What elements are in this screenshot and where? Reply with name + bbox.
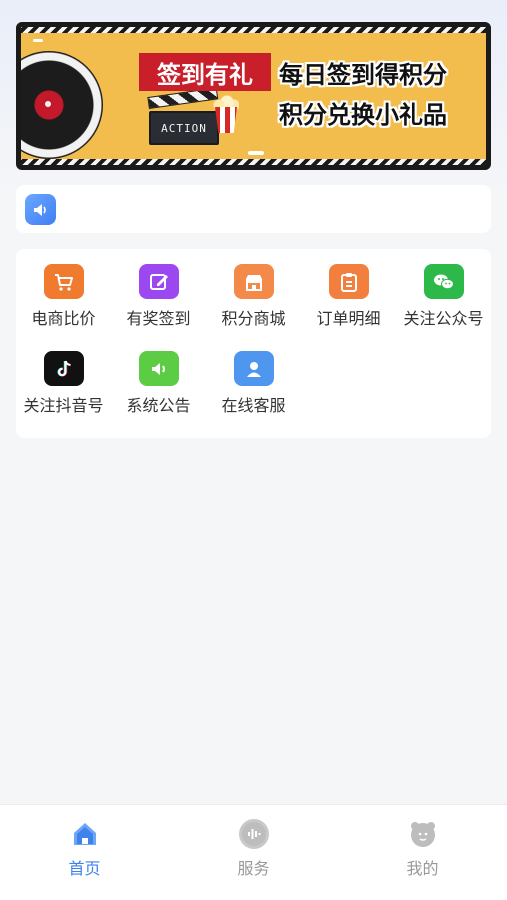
speaker-icon — [138, 351, 179, 386]
grid-item-label: 电商比价 — [31, 309, 96, 328]
store-icon — [233, 264, 274, 299]
grid-item-price-compare[interactable]: 电商比价 — [16, 249, 111, 329]
service-icon — [238, 819, 269, 849]
feature-grid: 电商比价 有奖签到 积分商城 订单明细 关注公众号 关注抖音号 系统公告 在线客… — [16, 249, 491, 438]
notice-bar[interactable] — [16, 185, 491, 233]
clipboard-icon — [328, 264, 369, 299]
grid-item-label: 关注公众号 — [403, 309, 484, 328]
grid-item-sign-in[interactable]: 有奖签到 — [111, 249, 206, 329]
wechat-icon — [423, 264, 464, 299]
grid-item-label: 关注抖音号 — [23, 396, 104, 415]
banner-headline: 每日签到得积分 — [279, 61, 447, 89]
edit-icon — [138, 264, 179, 299]
grid-item-follow-wechat[interactable]: 关注公众号 — [396, 249, 491, 329]
grid-item-customer-service[interactable]: 在线客服 — [206, 336, 301, 416]
grid-item-label: 订单明细 — [316, 309, 381, 328]
grid-item-follow-douyin[interactable]: 关注抖音号 — [16, 336, 111, 416]
cart-icon — [43, 264, 84, 299]
tab-label: 首页 — [68, 859, 101, 878]
person-icon — [233, 351, 274, 386]
tab-label: 服务 — [237, 859, 270, 878]
home-icon — [70, 819, 100, 849]
tab-service[interactable]: 服务 — [169, 805, 338, 900]
megaphone-icon — [25, 194, 56, 225]
tab-home[interactable]: 首页 — [0, 805, 169, 900]
carousel-indicator — [248, 151, 264, 155]
tiktok-icon — [43, 351, 84, 386]
banner-subline: 积分兑换小礼品 — [279, 101, 447, 129]
banner-mark — [33, 39, 43, 42]
banner-stripe — [21, 27, 486, 33]
grid-item-announcements[interactable]: 系统公告 — [111, 336, 206, 416]
promo-banner[interactable]: ACTION 签到有礼 每日签到得积分 积分兑换小礼品 — [16, 22, 491, 170]
tab-profile[interactable]: 我的 — [338, 805, 507, 900]
grid-item-points-mall[interactable]: 积分商城 — [206, 249, 301, 329]
grid-item-label: 在线客服 — [221, 396, 286, 415]
grid-item-label: 系统公告 — [126, 396, 191, 415]
banner-tag: 签到有礼 — [139, 53, 271, 91]
popcorn-icon — [213, 93, 239, 133]
tab-label: 我的 — [406, 859, 439, 878]
bottom-tab-bar: 首页 服务 我的 — [0, 804, 507, 900]
vinyl-record-icon — [21, 51, 103, 159]
clapperboard-icon: ACTION — [147, 87, 219, 145]
banner-stripe — [21, 159, 486, 165]
grid-item-order-details[interactable]: 订单明细 — [301, 249, 396, 329]
clapper-text: ACTION — [149, 111, 219, 145]
grid-item-label: 有奖签到 — [126, 309, 191, 328]
grid-item-label: 积分商城 — [221, 309, 286, 328]
profile-icon — [408, 819, 438, 849]
